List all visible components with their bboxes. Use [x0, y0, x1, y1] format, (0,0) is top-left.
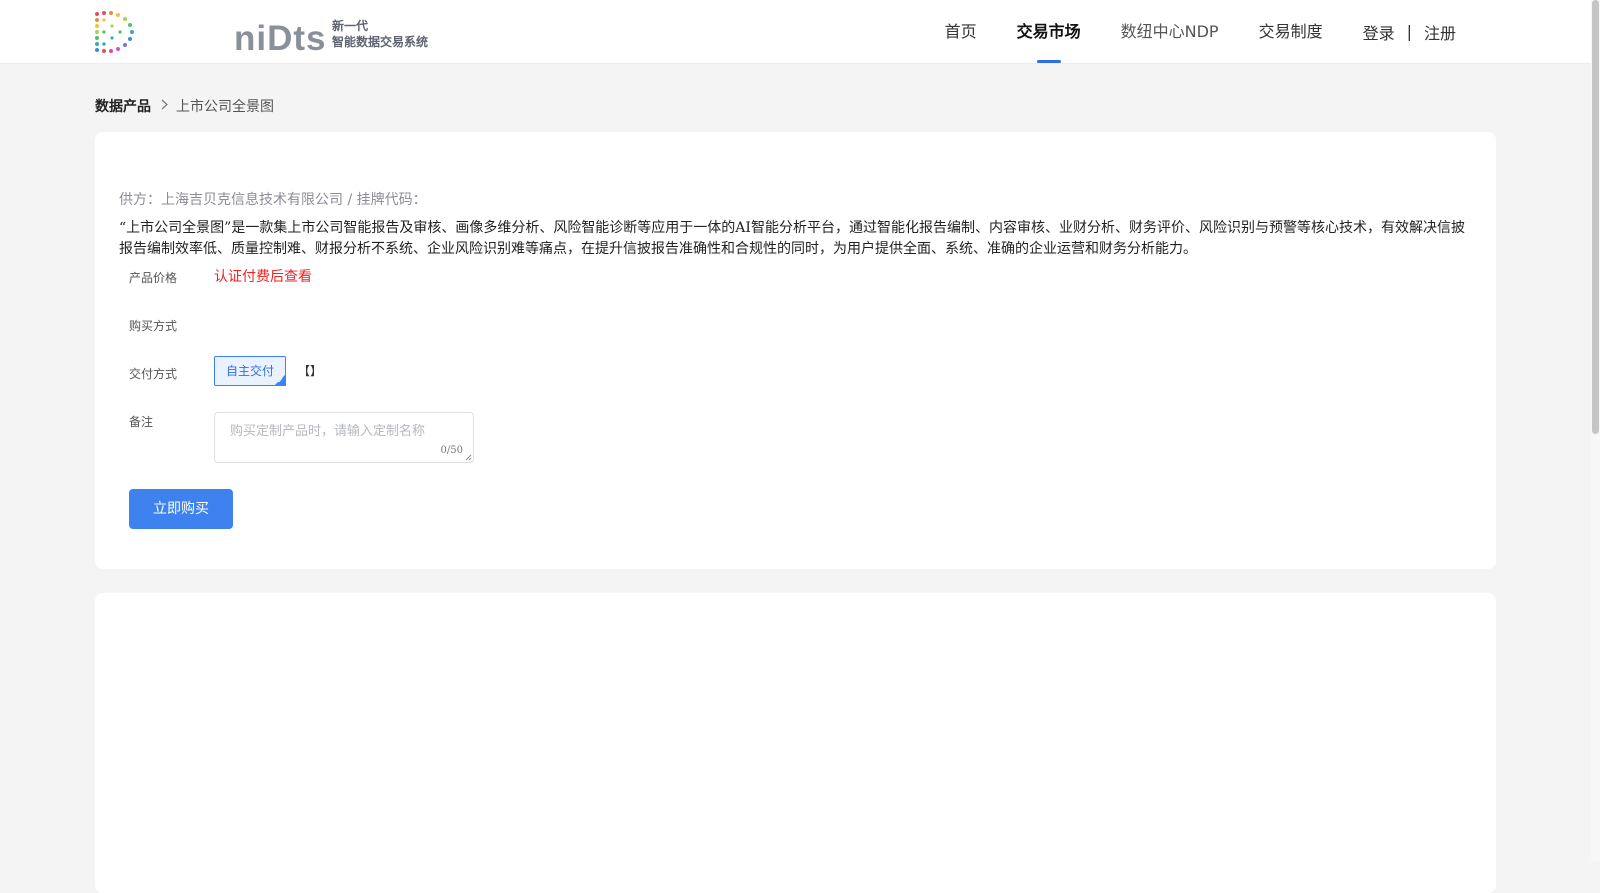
- logo-tagline-line2: 智能数据交易系统: [332, 35, 429, 49]
- price-value[interactable]: 认证付费后查看: [214, 266, 312, 286]
- logo-d-icon: [95, 11, 134, 53]
- remark-placeholder: 购买定制产品时，请输入定制名称: [230, 424, 426, 439]
- nav-ndp-center[interactable]: 数纽中心NDP: [1121, 0, 1219, 63]
- nav-rules[interactable]: 交易制度: [1259, 0, 1323, 63]
- delivery-option-self[interactable]: 自主交付 ✓: [214, 356, 286, 386]
- checkmark-icon: ✓: [277, 376, 284, 385]
- product-card: 供方：上海吉贝克信息技术有限公司 / 挂牌代码： “上市公司全景图”是一款集上市…: [95, 132, 1496, 569]
- delivery-option-label: 自主交付: [225, 364, 274, 378]
- logo-wordmark: niDts: [234, 19, 327, 58]
- login-link[interactable]: 登录: [1363, 20, 1395, 44]
- delivery-method-label: 交付方式: [129, 367, 178, 381]
- supplier-info: 供方：上海吉贝克信息技术有限公司 / 挂牌代码：: [119, 192, 427, 208]
- product-description: “上市公司全景图”是一款集上市公司智能报告及审核、画像多维分析、风险智能诊断等应…: [119, 220, 1465, 257]
- site-logo[interactable]: niDts 新一代 智能数据交易系统: [94, 10, 428, 56]
- breadcrumb: 数据产品 上市公司全景图: [95, 96, 274, 116]
- remark-textarea[interactable]: 购买定制产品时，请输入定制名称 0/50: [214, 412, 474, 463]
- breadcrumb-root[interactable]: 数据产品: [95, 96, 151, 116]
- buy-now-button[interactable]: 立即购买: [129, 489, 233, 529]
- price-label: 产品价格: [129, 271, 178, 285]
- top-header: niDts 新一代 智能数据交易系统 首页 交易市场 数纽中心NDP 交易制度 …: [0, 0, 1591, 64]
- nav-market[interactable]: 交易市场: [1017, 0, 1081, 63]
- auth-separator: |: [1406, 22, 1412, 41]
- breadcrumb-current: 上市公司全景图: [176, 99, 274, 115]
- nav-home[interactable]: 首页: [945, 0, 977, 63]
- remark-char-count: 0/50: [440, 445, 463, 456]
- chevron-right-icon: [161, 99, 168, 113]
- logo-tagline: 新一代 智能数据交易系统: [332, 18, 428, 50]
- delivery-bracket: 【】: [298, 364, 323, 378]
- detail-card: [95, 593, 1496, 893]
- register-link[interactable]: 注册: [1424, 20, 1456, 44]
- scrollbar-thumb[interactable]: [1592, 0, 1599, 434]
- logo-tagline-line1: 新一代: [332, 19, 369, 33]
- remark-label: 备注: [129, 415, 154, 429]
- page-scrollbar[interactable]: [1591, 0, 1600, 861]
- auth-links: 登录 | 注册: [1363, 20, 1456, 44]
- resize-handle-icon[interactable]: [465, 454, 472, 461]
- purchase-method-label: 购买方式: [129, 319, 178, 333]
- main-nav: 首页 交易市场 数纽中心NDP 交易制度 登录 | 注册: [905, 0, 1456, 63]
